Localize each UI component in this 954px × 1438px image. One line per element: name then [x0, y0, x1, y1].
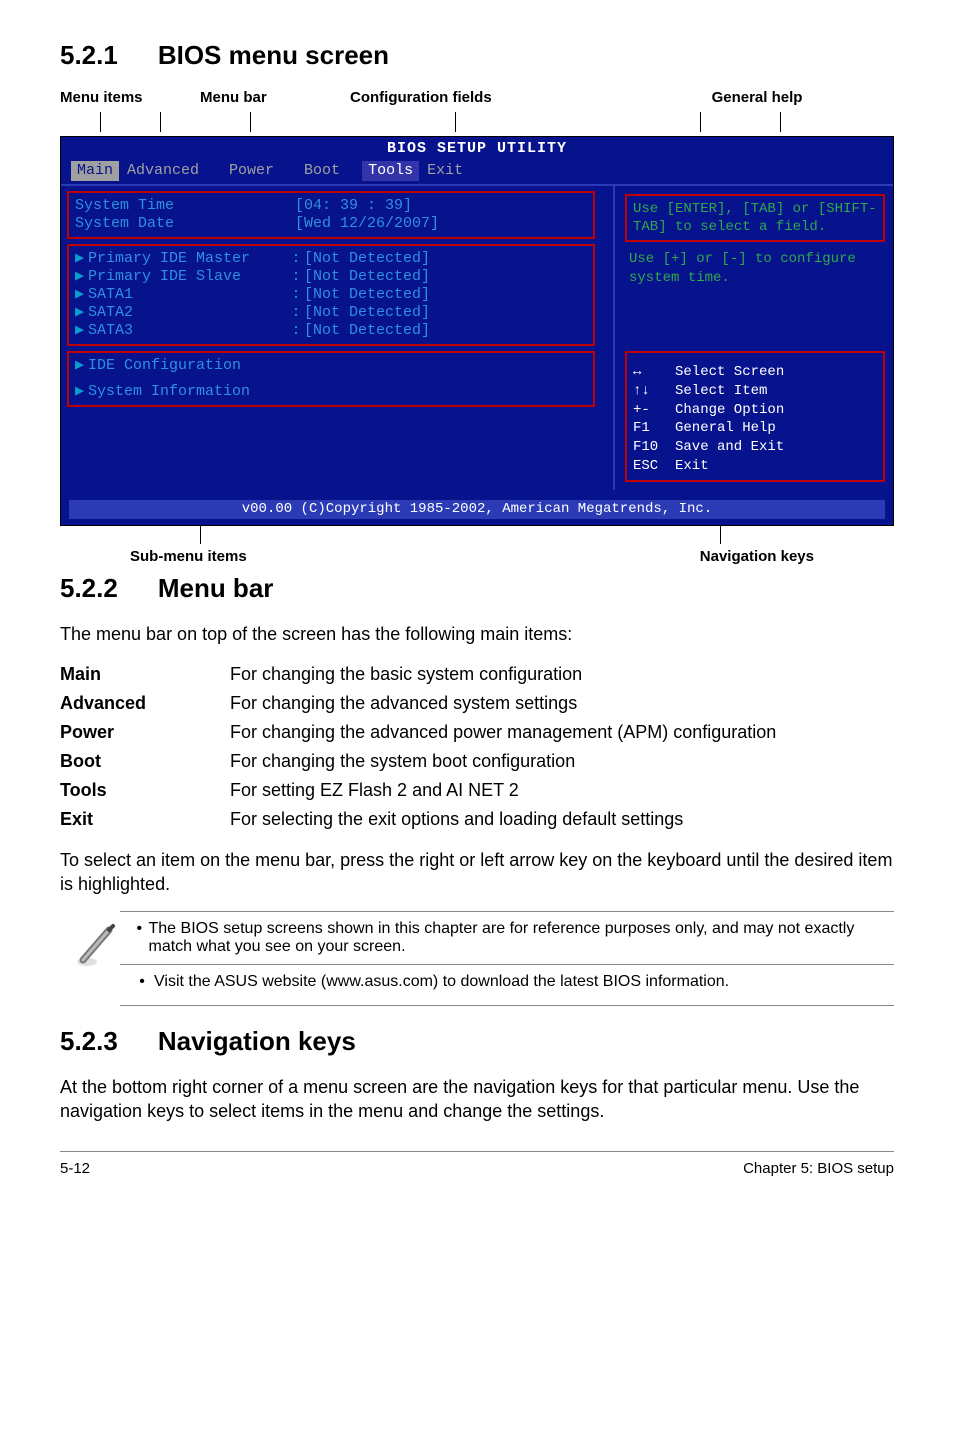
triangle-icon: ▶ [75, 304, 84, 322]
nav-key-row: +-Change Option [633, 401, 877, 420]
drive-row[interactable]: ▶Primary IDE Master:[Not Detected] [75, 250, 587, 268]
page-footer: 5-12 Chapter 5: BIOS setup [60, 1151, 894, 1177]
triangle-icon: ▶ [75, 250, 84, 268]
menu-desc-row: BootFor changing the system boot configu… [60, 747, 776, 776]
nav-key-row: F1General Help [633, 419, 877, 438]
menu-desc-row: MainFor changing the basic system config… [60, 660, 776, 689]
nav-keys-box: ↔Select Screen↑↓Select Item+-Change Opti… [625, 351, 885, 482]
tab-tools[interactable]: Tools [362, 161, 419, 181]
bios-menubar[interactable]: Main Advanced Power Boot Tools Exit [61, 159, 893, 186]
heading-521: 5.2.1 BIOS menu screen [60, 40, 894, 71]
submenu-row[interactable]: ▶System Information [75, 383, 587, 401]
triangle-icon: ▶ [75, 322, 84, 340]
note-box: • The BIOS setup screens shown in this c… [120, 911, 894, 1006]
submenus-group: ▶IDE Configuration ▶System Information [67, 351, 595, 407]
triangle-icon: ▶ [75, 286, 84, 304]
drive-row[interactable]: ▶SATA2:[Not Detected] [75, 304, 587, 322]
nav-key-row: ↑↓Select Item [633, 382, 877, 401]
drive-row[interactable]: ▶SATA1:[Not Detected] [75, 286, 587, 304]
menu-desc-row: ExitFor selecting the exit options and l… [60, 805, 776, 834]
note-2: • Visit the ASUS website (www.asus.com) … [130, 973, 894, 991]
tab-boot[interactable]: Boot [296, 161, 362, 181]
drive-row[interactable]: ▶SATA3:[Not Detected] [75, 322, 587, 340]
label-sub-menu: Sub-menu items [60, 548, 360, 565]
menubar-table: MainFor changing the basic system config… [60, 660, 776, 834]
tab-main[interactable]: Main [71, 161, 119, 181]
heading-num: 5.2.2 [60, 573, 118, 604]
tab-power[interactable]: Power [221, 161, 296, 181]
heading-num: 5.2.1 [60, 40, 118, 71]
bios-left-pane: System Time [04: 39 : 39] System Date [W… [61, 186, 613, 490]
tab-exit[interactable]: Exit [419, 161, 485, 181]
heading-522: 5.2.2 Menu bar [60, 573, 894, 604]
heading-num: 5.2.3 [60, 1026, 118, 1057]
diagram-bottom-ticks [60, 526, 894, 544]
triangle-icon: ▶ [75, 268, 84, 286]
note-icon [60, 920, 130, 997]
bios-footer: v00.00 (C)Copyright 1985-2002, American … [69, 500, 885, 519]
label-config-fields: Configuration fields [350, 89, 620, 106]
label-nav-keys: Navigation keys [360, 548, 894, 565]
bios-right-pane: Use [ENTER], [TAB] or [SHIFT-TAB] to sel… [613, 186, 893, 490]
triangle-icon: ▶ [75, 383, 84, 401]
bios-window: BIOS SETUP UTILITY Main Advanced Power B… [60, 136, 894, 526]
drive-row[interactable]: ▶Primary IDE Slave:[Not Detected] [75, 268, 587, 286]
nav-key-row: ↔Select Screen [633, 363, 877, 382]
field-system-date[interactable]: System Date [Wed 12/26/2007] [75, 215, 587, 233]
heading-text: BIOS menu screen [158, 40, 389, 71]
nav-key-row: F10Save and Exit [633, 438, 877, 457]
nav-para: At the bottom right corner of a menu scr… [60, 1075, 894, 1124]
label-menu-bar: Menu bar [200, 89, 350, 106]
menu-desc-row: ToolsFor setting EZ Flash 2 and AI NET 2 [60, 776, 776, 805]
help-text-1: Use [ENTER], [TAB] or [SHIFT-TAB] to sel… [633, 200, 877, 236]
diagram-bottom-labels: Sub-menu items Navigation keys [60, 548, 894, 565]
drives-group: ▶Primary IDE Master:[Not Detected]▶Prima… [67, 244, 595, 346]
menu-desc-row: PowerFor changing the advanced power man… [60, 718, 776, 747]
tab-advanced[interactable]: Advanced [119, 161, 221, 181]
label-general-help: General help [620, 89, 894, 106]
triangle-icon: ▶ [75, 357, 84, 375]
heading-523: 5.2.3 Navigation keys [60, 1026, 894, 1057]
page-number: 5-12 [60, 1160, 90, 1177]
help-box-1: Use [ENTER], [TAB] or [SHIFT-TAB] to sel… [625, 194, 885, 242]
field-system-time[interactable]: System Time [04: 39 : 39] [75, 197, 587, 215]
heading-text: Navigation keys [158, 1026, 356, 1057]
diagram-top-labels: Menu items Menu bar Configuration fields… [60, 89, 894, 106]
menubar-intro: The menu bar on top of the screen has th… [60, 622, 894, 646]
bios-title: BIOS SETUP UTILITY [61, 137, 893, 159]
menubar-select-text: To select an item on the menu bar, press… [60, 848, 894, 897]
note-1: • The BIOS setup screens shown in this c… [130, 920, 894, 956]
heading-text: Menu bar [158, 573, 274, 604]
label-menu-items: Menu items [60, 89, 200, 106]
help-text-2: Use [+] or [-] to configure system time. [625, 250, 885, 286]
chapter-label: Chapter 5: BIOS setup [743, 1160, 894, 1177]
system-time-date-group: System Time [04: 39 : 39] System Date [W… [67, 191, 595, 239]
menu-desc-row: AdvancedFor changing the advanced system… [60, 689, 776, 718]
submenu-row[interactable]: ▶IDE Configuration [75, 357, 587, 375]
nav-key-row: ESCExit [633, 457, 877, 476]
diagram-top-ticks [60, 112, 894, 134]
